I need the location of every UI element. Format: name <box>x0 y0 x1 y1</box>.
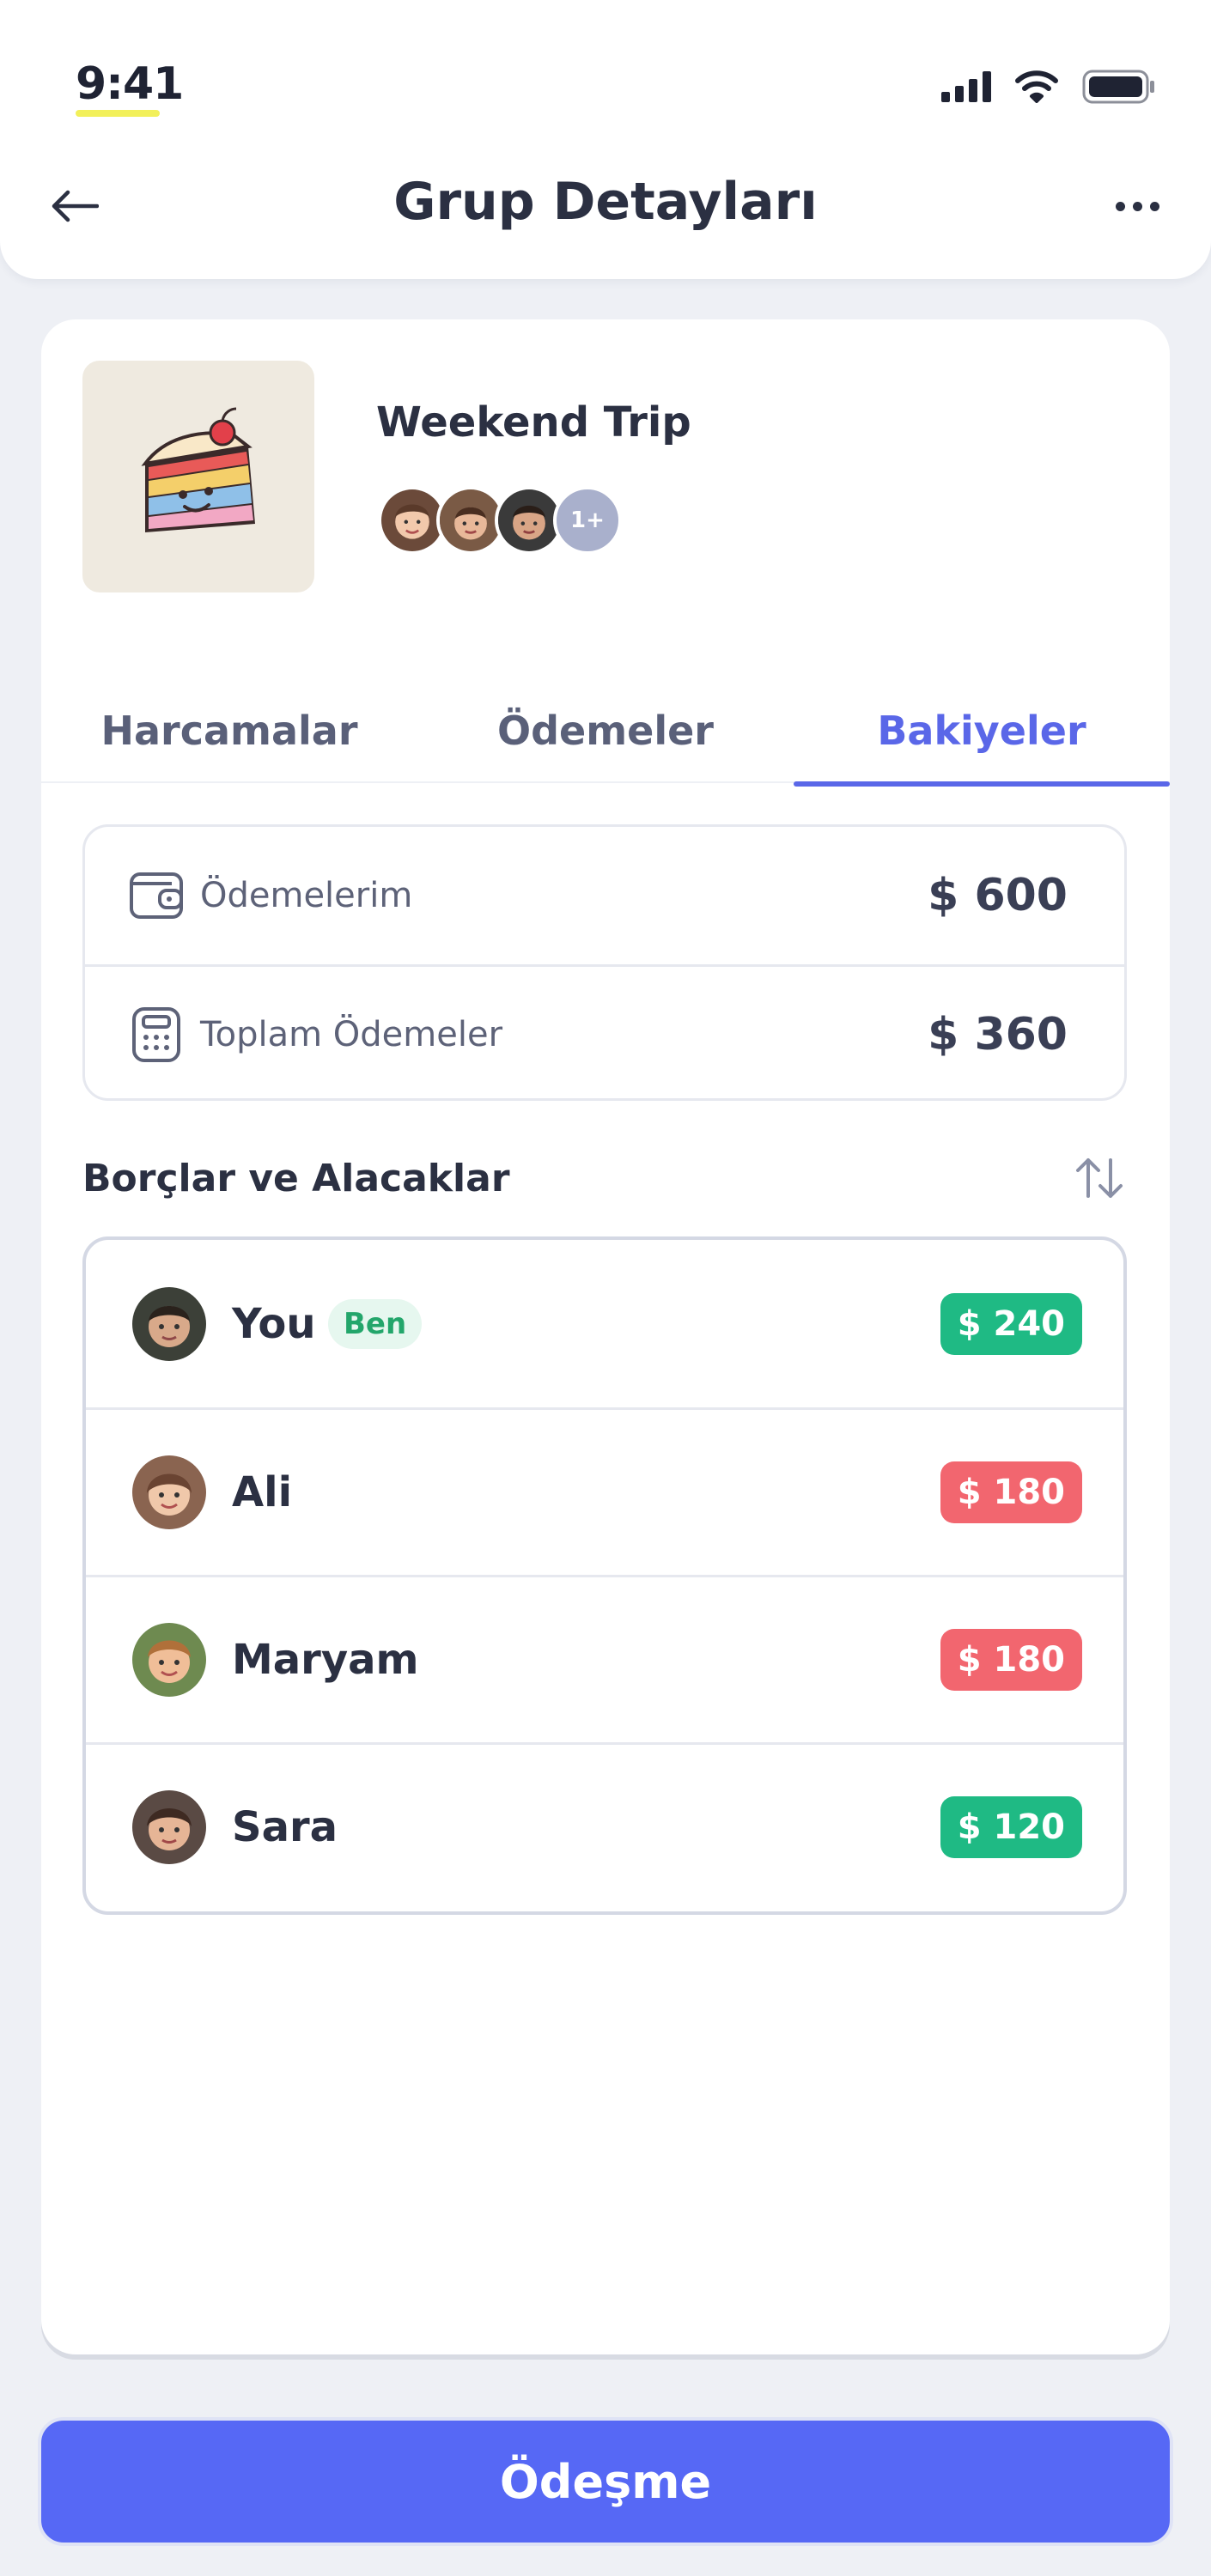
total-payments-label: Toplam Ödemeler <box>200 1014 503 1054</box>
avatar <box>132 1286 206 1361</box>
my-payments-value: $ 600 <box>928 870 1068 921</box>
calculator-icon <box>128 1006 185 1063</box>
balances-list: You Ben $ 240 Ali $ 180 Maryam $ 180 Sar… <box>82 1236 1127 1915</box>
status-time: 9:41 <box>76 58 184 110</box>
time-highlight <box>76 110 160 117</box>
dot <box>1115 201 1125 211</box>
cake-icon <box>141 407 255 532</box>
person-name: Maryam <box>232 1636 419 1684</box>
person-name: Sara <box>232 1803 338 1851</box>
status-icons <box>941 67 1156 106</box>
my-payments-label: Ödemelerim <box>200 876 413 915</box>
more-options-button[interactable] <box>1103 176 1171 236</box>
tab-bar: Harcamalar Ödemeler Bakiyeler <box>41 678 1170 787</box>
person-name: Ali <box>232 1468 293 1516</box>
section-title: Borçlar ve Alacaklar <box>82 1157 510 1200</box>
list-item[interactable]: Ali $ 180 <box>86 1407 1123 1575</box>
my-payments-row: Ödemelerim $ 600 <box>85 827 1124 964</box>
group-details-card: Weekend Trip 1+ Harcamalar Ödemeler Baki… <box>41 319 1170 2354</box>
me-badge: Ben <box>328 1298 423 1349</box>
balance-amount: $ 240 <box>940 1292 1082 1355</box>
dot <box>1132 201 1142 211</box>
settle-up-button[interactable]: Ödeşme <box>38 2417 1173 2546</box>
group-name: Weekend Trip <box>376 398 691 447</box>
balance-amount: $ 120 <box>940 1796 1082 1858</box>
more-members-badge: 1+ <box>553 486 622 555</box>
sort-icon[interactable] <box>1072 1151 1127 1206</box>
total-payments-value: $ 360 <box>928 1008 1068 1060</box>
avatar <box>132 1455 206 1529</box>
avatar <box>132 1790 206 1864</box>
page-title: Grup Detayları <box>393 172 818 232</box>
battery-icon <box>1082 70 1154 104</box>
tab-expenses[interactable]: Harcamalar <box>41 678 417 783</box>
cellular-signal-icon <box>941 71 991 102</box>
list-item[interactable]: Maryam $ 180 <box>86 1575 1123 1742</box>
wallet-icon <box>128 867 185 924</box>
tab-payments[interactable]: Ödemeler <box>417 678 794 783</box>
wifi-icon <box>1015 70 1058 103</box>
total-payments-row: Toplam Ödemeler $ 360 <box>85 964 1124 1102</box>
avatar <box>132 1623 206 1697</box>
group-members[interactable]: 1+ <box>378 486 622 555</box>
balance-amount: $ 180 <box>940 1461 1082 1523</box>
group-image[interactable] <box>82 361 314 592</box>
balance-amount: $ 180 <box>940 1629 1082 1691</box>
payment-summary: Ödemelerim $ 600 Toplam Ödemeler $ 360 <box>82 824 1127 1101</box>
list-item[interactable]: You Ben $ 240 <box>86 1240 1123 1407</box>
top-bar: 9:41 Grup Detayları <box>0 0 1211 279</box>
dot <box>1149 201 1159 211</box>
person-name: You <box>232 1299 316 1348</box>
list-item[interactable]: Sara $ 120 <box>86 1742 1123 1910</box>
tab-balances[interactable]: Bakiyeler <box>794 678 1170 787</box>
